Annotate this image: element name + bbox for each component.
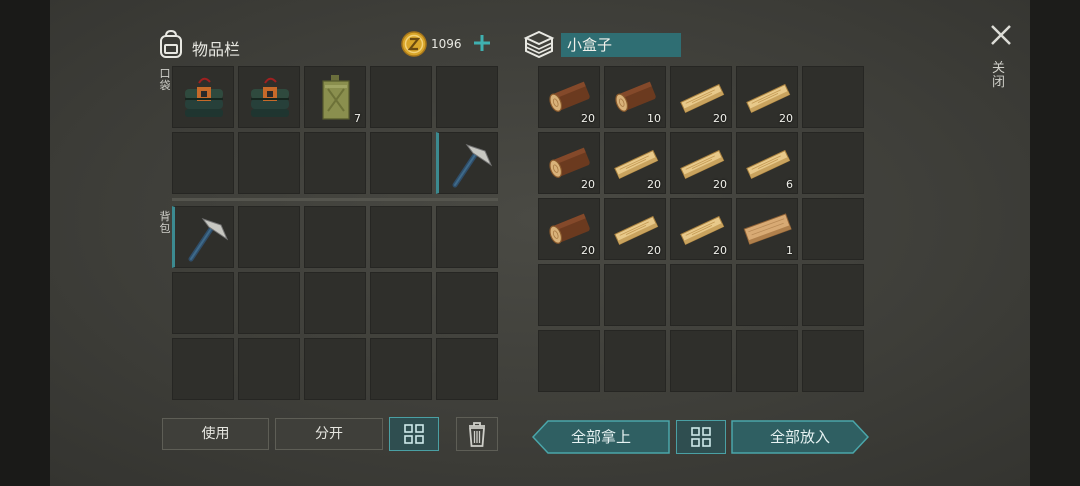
close-label[interactable]: 关闭 [992,62,1010,90]
sort-container-button[interactable] [676,420,726,454]
backpack-icon [160,29,182,58]
screen-edge-left [0,0,50,486]
take-all-button[interactable]: 全部拿上 [532,420,670,454]
pickaxe-icon [452,144,493,188]
inventory-slot[interactable]: 1 [736,198,798,260]
item-quantity: 20 [779,112,793,125]
split-button[interactable]: 分开 [275,418,383,450]
empty-slot[interactable] [172,272,234,334]
use-button[interactable]: 使用 [162,418,269,450]
inventory-slot[interactable]: 6 [736,132,798,194]
inventory-slot[interactable]: 20 [538,132,600,194]
empty-slot[interactable] [802,264,864,326]
empty-slot[interactable] [370,272,432,334]
empty-slot[interactable] [238,338,300,400]
inventory-slot[interactable] [172,206,234,268]
inventory-slot[interactable]: 20 [604,198,666,260]
empty-slot[interactable] [304,272,366,334]
grid-sort-icon [691,427,711,447]
empty-slot[interactable] [670,264,732,326]
empty-slot[interactable] [538,330,600,392]
item-quantity: 20 [713,178,727,191]
box-icon [523,30,555,59]
empty-slot[interactable] [802,132,864,194]
empty-slot[interactable] [436,66,498,128]
empty-slot[interactable] [238,272,300,334]
backpack-label: 背包 [159,210,171,235]
empty-slot[interactable] [172,338,234,400]
inventory-header: 物品栏 1096 [155,28,500,64]
inventory-slot[interactable]: 7 [304,66,366,128]
sort-inventory-button[interactable] [389,417,439,451]
empty-slot[interactable] [436,338,498,400]
discard-button[interactable] [456,417,498,451]
empty-slot[interactable] [436,206,498,268]
inventory-slot[interactable]: 20 [670,66,732,128]
empty-slot[interactable] [736,330,798,392]
inventory-slot[interactable] [172,66,234,128]
empty-slot[interactable] [604,330,666,392]
item-quantity: 20 [713,112,727,125]
section-divider [172,198,498,201]
empty-slot[interactable] [802,330,864,392]
put-all-label: 全部放入 [769,428,830,446]
inventory-slot[interactable] [436,132,498,194]
container-name[interactable]: 小盒子 [561,33,681,57]
empty-slot[interactable] [436,272,498,334]
inventory-slot[interactable]: 20 [604,132,666,194]
item-quantity: 20 [581,244,595,257]
inventory-slot[interactable]: 20 [538,198,600,260]
dynamite-bundle-icon [251,77,289,117]
inventory-title: 物品栏 [192,40,241,59]
screen-edge-right [1030,0,1080,486]
put-all-button[interactable]: 全部放入 [731,420,869,454]
item-quantity: 20 [647,244,661,257]
empty-slot[interactable] [370,132,432,194]
empty-slot[interactable] [172,132,234,194]
empty-slot[interactable] [238,206,300,268]
item-quantity: 1 [786,244,793,257]
take-all-label: 全部拿上 [570,428,631,446]
empty-slot[interactable] [736,264,798,326]
item-quantity: 6 [786,178,793,191]
empty-slot[interactable] [304,338,366,400]
empty-slot[interactable] [670,330,732,392]
empty-slot[interactable] [238,132,300,194]
dynamite-bundle-icon [185,77,223,117]
coin-icon [401,31,427,57]
inventory-slot[interactable]: 20 [538,66,600,128]
coin-count: 1096 [431,37,462,51]
inventory-slot[interactable]: 10 [604,66,666,128]
add-coins-button[interactable] [471,32,493,54]
empty-slot[interactable] [604,264,666,326]
item-quantity: 20 [581,178,595,191]
empty-slot[interactable] [304,132,366,194]
inventory-slot[interactable]: 20 [736,66,798,128]
pocket-label: 口袋 [159,67,171,92]
close-icon[interactable] [988,22,1014,48]
item-quantity: 7 [354,112,361,125]
inventory-slot[interactable]: 20 [670,132,732,194]
item-quantity: 20 [647,178,661,191]
empty-slot[interactable] [538,264,600,326]
empty-slot[interactable] [370,338,432,400]
item-quantity: 10 [647,112,661,125]
item-quantity: 20 [581,112,595,125]
trash-icon [469,422,485,447]
empty-slot[interactable] [304,206,366,268]
inventory-slot[interactable] [238,66,300,128]
grid-sort-icon [404,424,424,444]
item-quantity: 20 [713,244,727,257]
inventory-slot[interactable]: 20 [670,198,732,260]
empty-slot[interactable] [370,66,432,128]
empty-slot[interactable] [802,198,864,260]
pickaxe-icon [188,218,229,262]
empty-slot[interactable] [802,66,864,128]
container-header: 小盒子 [522,28,687,64]
empty-slot[interactable] [370,206,432,268]
